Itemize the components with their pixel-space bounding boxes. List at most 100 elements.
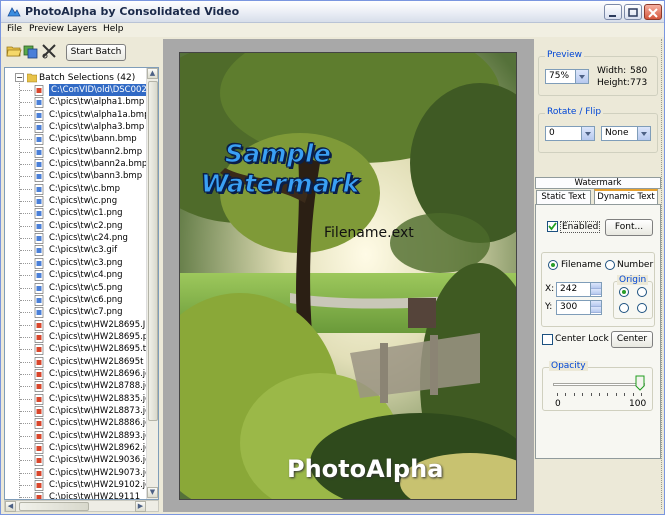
center-lock-checkbox[interactable] — [542, 334, 553, 345]
tree-file-item[interactable]: C:\pics\tw\c6.png — [5, 294, 155, 306]
tree-file-label: C:\pics\tw\HW2L8696.jc — [49, 368, 150, 379]
menu-layers[interactable]: Layers — [67, 24, 97, 34]
tree-file-label: C:\pics\tw\HW2L8695t — [49, 356, 144, 367]
enabled-label[interactable]: Enabled — [560, 221, 601, 233]
tree-file-item[interactable]: C:\pics\tw\HW2L8835.jc — [5, 393, 155, 405]
tree-file-item[interactable]: C:\pics\tw\HW2L8696.jc — [5, 368, 155, 380]
tree-file-item[interactable]: C:\pics\tw\HW2L8873.jc — [5, 405, 155, 417]
opacity-max-label: 100 — [629, 399, 647, 409]
y-spinner[interactable] — [590, 301, 601, 314]
tree-file-label: C:\pics\tw\HW2L8835.jc — [49, 393, 150, 404]
tree-file-item[interactable]: C:\pics\tw\c.png — [5, 195, 155, 207]
tree-horizontal-scrollbar[interactable]: ◀ ▶ — [4, 500, 159, 512]
tree-vertical-scrollbar[interactable]: ▲ ▼ — [146, 68, 158, 499]
image-file-icon — [34, 171, 44, 183]
tree-file-item[interactable]: C:\pics\tw\HW2L9102.jc — [5, 479, 155, 491]
zoom-select[interactable]: 75% — [545, 69, 589, 84]
tree-file-item[interactable]: C:\pics\tw\HW2L8695.tif — [5, 343, 155, 356]
origin-bottom-right-radio[interactable] — [637, 303, 647, 313]
origin-top-left-radio[interactable] — [619, 287, 629, 297]
tree-file-item[interactable]: C:\pics\tw\c3.gif — [5, 244, 155, 257]
x-spinner[interactable] — [590, 283, 601, 296]
tree-file-item[interactable]: C:\pics\tw\bann2a.bmp — [5, 158, 155, 170]
opacity-tick — [632, 393, 634, 396]
rotate-select[interactable]: 0 — [545, 126, 595, 141]
menu-preview[interactable]: Preview — [29, 24, 64, 34]
tree-file-item[interactable]: C:\pics\tw\alpha3.bmp — [5, 121, 155, 133]
chevron-down-icon[interactable] — [575, 70, 588, 83]
center-button[interactable]: Center — [611, 331, 653, 348]
tree-file-item[interactable]: C:\pics\tw\HW2L8695.p — [5, 331, 155, 343]
filename-radio[interactable] — [548, 260, 558, 270]
tab-static-text[interactable]: Static Text — [536, 190, 591, 204]
hscroll-thumb[interactable] — [19, 502, 89, 511]
menu-file[interactable]: File — [7, 24, 22, 34]
opacity-slider-track[interactable] — [553, 383, 645, 386]
height-value: 773 — [630, 78, 648, 88]
tree-file-item[interactable]: C:\pics\tw\HW2L8886.jc — [5, 417, 155, 430]
number-radio[interactable] — [605, 260, 615, 270]
tree-file-item[interactable]: C:\pics\tw\HW2L8893.jc — [5, 430, 155, 442]
tab-dynamic-text[interactable]: Dynamic Text — [594, 189, 658, 204]
scroll-up-icon[interactable]: ▲ — [147, 68, 158, 79]
x-input[interactable]: 242 — [556, 282, 602, 297]
tree-file-item[interactable]: C:\pics\tw\bann.bmp — [5, 133, 155, 146]
flip-select[interactable]: None — [601, 126, 651, 141]
image-file-icon — [34, 443, 44, 454]
tree-file-item[interactable]: C:\pics\tw\HW2L9036.jc — [5, 454, 155, 467]
title-bar[interactable]: PhotoAlpha by Consolidated Video — [1, 1, 664, 23]
dynamic-filename-text[interactable]: Filename.ext — [324, 225, 414, 241]
image-file-icon — [34, 122, 44, 133]
tree-file-label: C:\pics\tw\c4.png — [49, 270, 123, 281]
tree-file-item[interactable]: C:\pics\tw\HW2L9073.jc — [5, 467, 155, 479]
tree-root[interactable]: − Batch Selections (42) — [5, 70, 155, 83]
batch-tree[interactable]: − Batch Selections (42) C:\ConVID\old\DS… — [4, 67, 159, 500]
tree-file-item[interactable]: C:\pics\tw\HW2L9111 — [5, 491, 155, 499]
watermark-line-2[interactable]: Watermark — [201, 169, 360, 199]
tree-file-item[interactable]: C:\pics\tw\c4.png — [5, 269, 155, 281]
tree-file-item[interactable]: C:\pics\tw\alpha1a.bmp — [5, 109, 155, 121]
origin-bottom-left-radio[interactable] — [619, 303, 629, 313]
tree-file-item[interactable]: C:\ConVID\old\DSC002 — [5, 84, 155, 96]
collapse-icon[interactable]: − — [15, 73, 24, 82]
brand-watermark-text[interactable]: PhotoAlpha — [287, 455, 443, 483]
tree-file-item[interactable]: C:\pics\tw\HW2L8695t — [5, 356, 155, 368]
tree-file-item[interactable]: C:\pics\tw\HW2L8788.jc — [5, 380, 155, 393]
opacity-tick — [641, 393, 642, 396]
chevron-down-icon[interactable] — [637, 127, 650, 140]
tree-file-item[interactable]: C:\pics\tw\HW2L8695.J — [5, 319, 155, 331]
tree-items: C:\ConVID\old\DSC002 C:\pics\tw\alpha1.bm… — [5, 84, 155, 499]
add-layer-icon[interactable] — [23, 43, 39, 59]
image-file-icon — [34, 85, 44, 96]
tree-file-item[interactable]: C:\pics\tw\c.bmp — [5, 183, 155, 195]
tree-file-item[interactable]: C:\pics\tw\c1.png — [5, 207, 155, 220]
tree-file-item[interactable]: C:\pics\tw\bann2.bmp — [5, 146, 155, 158]
tree-file-item[interactable]: C:\pics\tw\HW2L8962.jc — [5, 442, 155, 454]
scroll-thumb[interactable] — [148, 81, 158, 421]
maximize-button[interactable] — [624, 4, 642, 20]
tree-file-item[interactable]: C:\pics\tw\c7.png — [5, 306, 155, 318]
watermark-line-1[interactable]: Sample — [224, 139, 331, 169]
enabled-checkbox[interactable] — [547, 221, 558, 232]
tree-file-label: C:\pics\tw\HW2L8695.p — [49, 331, 149, 342]
menu-help[interactable]: Help — [103, 24, 124, 34]
opacity-slider-thumb[interactable] — [635, 375, 645, 391]
start-batch-button[interactable]: Start Batch — [66, 44, 126, 61]
scroll-down-icon[interactable]: ▼ — [147, 487, 158, 498]
tree-file-item[interactable]: C:\pics\tw\c24.png — [5, 232, 155, 244]
tree-file-item[interactable]: C:\pics\tw\c3.png — [5, 257, 155, 269]
chevron-down-icon[interactable] — [581, 127, 594, 140]
close-button[interactable] — [644, 4, 662, 20]
tree-file-item[interactable]: C:\pics\tw\c5.png — [5, 282, 155, 294]
tree-file-item[interactable]: C:\pics\tw\alpha1.bmp — [5, 96, 155, 109]
y-input[interactable]: 300 — [556, 300, 602, 315]
remove-icon[interactable] — [41, 43, 57, 59]
open-folder-icon[interactable] — [6, 43, 22, 59]
scroll-left-icon[interactable]: ◀ — [5, 501, 16, 512]
minimize-button[interactable] — [604, 4, 622, 20]
scroll-right-icon[interactable]: ▶ — [135, 501, 146, 512]
tree-file-item[interactable]: C:\pics\tw\bann3.bmp — [5, 170, 155, 183]
font-button[interactable]: Font... — [605, 219, 653, 236]
tree-file-item[interactable]: C:\pics\tw\c2.png — [5, 220, 155, 232]
origin-top-right-radio[interactable] — [637, 287, 647, 297]
